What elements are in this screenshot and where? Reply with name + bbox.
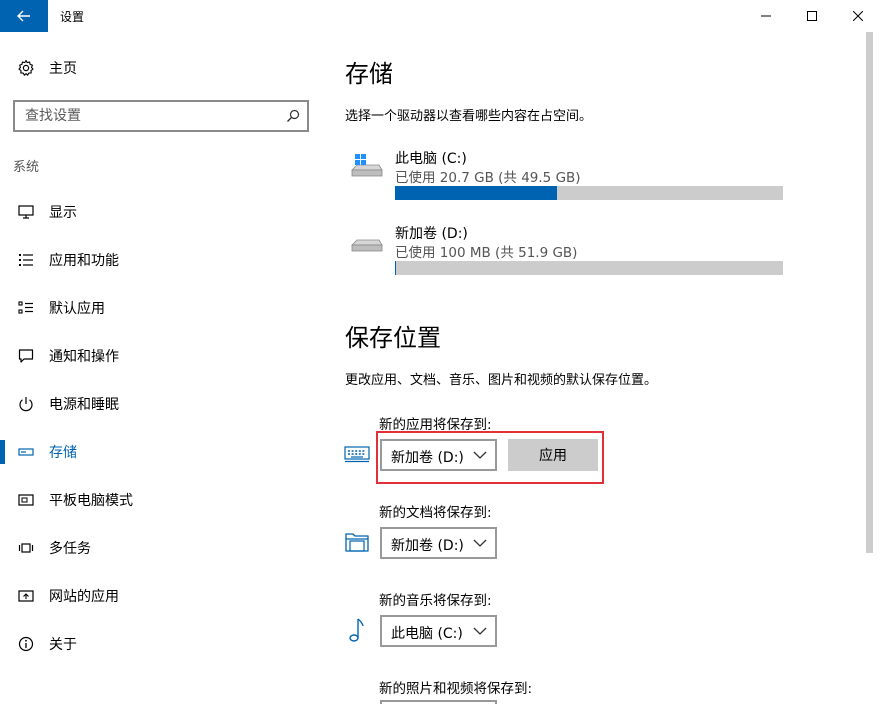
sidebar-item-multitasking[interactable]: 多任务 [0,530,320,566]
drive-name: 新加卷 (D:) [395,226,468,242]
maximize-icon [807,11,817,21]
search-input[interactable] [15,102,275,130]
power-icon [16,394,36,414]
usage-bar [395,261,783,275]
sidebar-item-label: 关于 [49,637,77,653]
gear-icon [16,58,36,78]
sidebar-item-label: 电源和睡眠 [49,397,119,413]
music-note-icon [342,616,372,644]
sidebar-item-label: 多任务 [49,541,91,557]
sidebar-item-display[interactable]: 显示 [0,194,320,230]
usage-bar [395,186,783,200]
sidebar-item-apps[interactable]: 应用和功能 [0,242,320,278]
windows-drive-icon [351,154,383,177]
search-box[interactable] [13,100,309,132]
sidebar-item-label: 应用和功能 [49,253,119,269]
sidebar-item-label: 存储 [49,445,77,461]
sidebar-item-default-apps[interactable]: 默认应用 [0,290,320,326]
sidebar-item-about[interactable]: 关于 [0,626,320,662]
web-apps-icon [16,586,36,606]
section-label-system: 系统 [13,160,40,175]
scrollbar[interactable] [866,32,873,553]
sidebar: 主页 系统 显示 应用和功能 默认应用 通知和操作 [0,32,320,704]
save-label-apps: 新的应用将保存到: [379,417,492,433]
sidebar-item-label: 显示 [49,205,77,221]
window-title: 设置 [60,10,85,24]
notification-icon [16,346,36,366]
drive-c[interactable]: 此电脑 (C:) 已使用 20.7 GB (共 49.5 GB) [345,148,785,210]
home-label: 主页 [49,61,77,77]
tablet-icon [16,490,36,510]
keyboard-icon [342,440,372,468]
usage-bar-fill [395,186,558,200]
folder-icon [342,528,372,556]
info-icon [16,634,36,654]
sidebar-item-power[interactable]: 电源和睡眠 [0,386,320,422]
search-icon [287,109,300,122]
sidebar-item-label: 通知和操作 [49,349,119,365]
chevron-down-icon [473,539,487,547]
save-music-select[interactable]: 此电脑 (C:) [380,615,497,647]
save-documents-select[interactable]: 新加卷 (D:) [380,527,497,559]
usage-bar-fill [395,261,396,275]
back-button[interactable] [0,0,48,32]
minimize-button[interactable] [743,0,789,32]
sidebar-home[interactable]: 主页 [0,52,320,84]
drive-usage: 已使用 20.7 GB (共 49.5 GB) [395,170,581,186]
drive-name: 此电脑 (C:) [395,151,467,167]
drive-icon [351,239,383,252]
default-apps-icon [16,298,36,318]
save-label-music: 新的音乐将保存到: [379,593,492,609]
sidebar-item-storage[interactable]: 存储 [0,434,320,470]
close-button[interactable] [835,0,879,32]
sidebar-item-tablet-mode[interactable]: 平板电脑模式 [0,482,320,518]
monitor-icon [16,202,36,222]
storage-heading: 存储 [345,60,393,88]
main-content: 存储 选择一个驱动器以查看哪些内容在占空间。 此电脑 (C:) 已使用 20.7… [320,32,866,704]
sidebar-item-label: 默认应用 [49,301,105,317]
sidebar-item-notifications[interactable]: 通知和操作 [0,338,320,374]
close-icon [853,11,863,21]
sidebar-item-label: 网站的应用 [49,589,119,605]
save-label-documents: 新的文档将保存到: [379,505,492,521]
storage-icon [16,442,36,462]
multitask-icon [16,538,36,558]
drive-usage: 已使用 100 MB (共 51.9 GB) [395,245,578,261]
sidebar-item-apps-for-websites[interactable]: 网站的应用 [0,578,320,614]
chevron-down-icon [473,627,487,635]
title-bar: 设置 [0,0,879,32]
highlight-box [376,431,604,484]
back-arrow-icon [17,10,30,22]
sidebar-item-label: 平板电脑模式 [49,493,133,509]
drive-d[interactable]: 新加卷 (D:) 已使用 100 MB (共 51.9 GB) [345,223,785,285]
save-photos-select[interactable] [380,700,497,704]
list-icon [16,250,36,270]
save-locations-heading: 保存位置 [345,324,441,352]
storage-description: 选择一个驱动器以查看哪些内容在占空间。 [345,109,593,124]
select-value: 新加卷 (D:) [391,538,464,554]
minimize-icon [761,15,771,17]
selection-indicator [0,440,5,464]
select-value: 此电脑 (C:) [391,626,463,642]
maximize-button[interactable] [789,0,835,32]
save-locations-description: 更改应用、文档、音乐、图片和视频的默认保存位置。 [345,373,658,388]
save-label-photos-videos: 新的照片和视频将保存到: [379,681,533,697]
